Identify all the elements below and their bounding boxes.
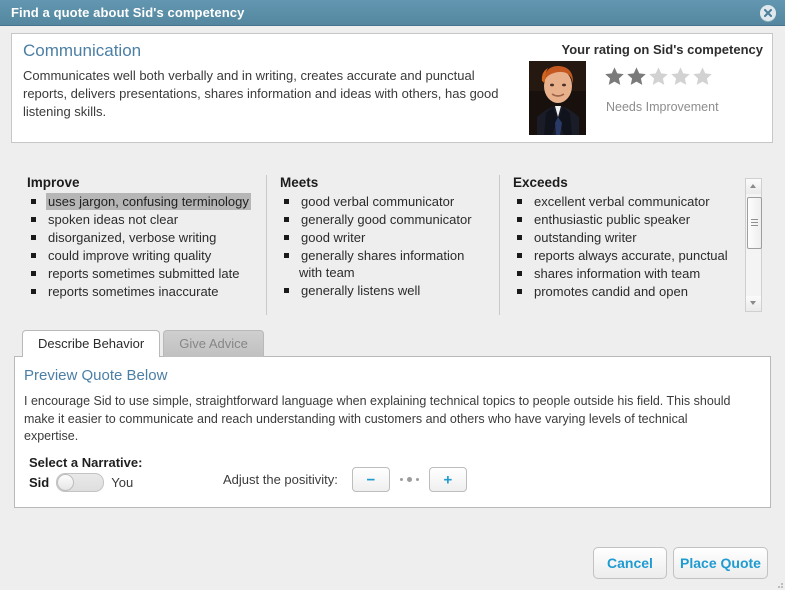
dot-icon-3 bbox=[415, 478, 419, 481]
avatar bbox=[529, 61, 586, 135]
avatar-portrait-image bbox=[529, 61, 586, 135]
positivity-increase-button[interactable]: + bbox=[428, 467, 467, 492]
list-item[interactable]: could improve writing quality bbox=[27, 247, 259, 264]
preview-panel: Preview Quote Below I encourage Sid to u… bbox=[14, 356, 771, 508]
cancel-button[interactable]: Cancel bbox=[593, 547, 667, 579]
list-item[interactable]: spoken ideas not clear bbox=[27, 211, 259, 228]
list-item[interactable]: shares information with team bbox=[513, 265, 744, 282]
close-icon[interactable] bbox=[760, 5, 776, 21]
resize-grip[interactable] bbox=[774, 579, 783, 588]
competency-description: Communicates well both verbally and in w… bbox=[23, 68, 499, 119]
scroll-down-icon[interactable] bbox=[746, 296, 761, 311]
tab-give-advice[interactable]: Give Advice bbox=[163, 330, 264, 357]
competency-title: Communication bbox=[23, 41, 142, 60]
dialog-titlebar: Find a quote about Sid's competency bbox=[0, 0, 785, 26]
behavior-column-improve: Improve uses jargon, confusing terminolo… bbox=[27, 175, 259, 301]
list-item[interactable]: good writer bbox=[280, 229, 491, 246]
star-filled-icon-1[interactable] bbox=[604, 66, 625, 87]
behavior-item-list: good verbal communicator generally good … bbox=[280, 193, 491, 299]
star-rating[interactable] bbox=[604, 66, 714, 87]
narrative-toggle[interactable] bbox=[56, 473, 105, 492]
positivity-level-dots bbox=[390, 477, 429, 482]
behavior-column-meets: Meets good verbal communicator generally… bbox=[266, 175, 491, 315]
competency-card: Communication Communicates well both ver… bbox=[11, 33, 773, 143]
dot-icon-1 bbox=[399, 478, 403, 481]
place-quote-button[interactable]: Place Quote bbox=[673, 547, 768, 579]
tab-describe-behavior[interactable]: Describe Behavior bbox=[22, 330, 161, 357]
column-heading: Meets bbox=[280, 175, 319, 190]
narrative-option-sid[interactable]: Sid bbox=[29, 475, 49, 490]
narrative-label: Select a Narrative: bbox=[29, 455, 143, 470]
behavior-lists: Improve uses jargon, confusing terminolo… bbox=[11, 175, 773, 315]
toggle-knob bbox=[57, 474, 75, 491]
star-empty-icon-5[interactable] bbox=[692, 66, 713, 87]
star-empty-icon-4[interactable] bbox=[670, 66, 691, 87]
narrative-selector: Select a Narrative: Sid You bbox=[29, 455, 142, 492]
list-item[interactable]: reports sometimes submitted late bbox=[27, 265, 259, 282]
list-item[interactable]: outstanding writer bbox=[513, 229, 744, 246]
list-item[interactable]: uses jargon, confusing terminology bbox=[27, 193, 259, 210]
list-item[interactable]: promotes candid and open bbox=[513, 283, 744, 300]
list-item[interactable]: enthusiastic public speaker bbox=[513, 211, 744, 228]
list-item[interactable]: good verbal communicator bbox=[280, 193, 491, 210]
list-item[interactable]: excellent verbal communicator bbox=[513, 193, 744, 210]
star-empty-icon-3[interactable] bbox=[648, 66, 669, 87]
list-item[interactable]: reports sometimes inaccurate bbox=[27, 283, 259, 300]
plus-icon: + bbox=[443, 471, 453, 488]
behavior-column-exceeds: Exceeds excellent verbal communicator en… bbox=[499, 175, 744, 315]
close-x-glyph bbox=[763, 8, 773, 18]
dialog-title: Find a quote about Sid's competency bbox=[11, 5, 245, 20]
list-item[interactable]: generally shares information with team bbox=[280, 247, 491, 281]
behavior-list-scrollbar[interactable] bbox=[745, 178, 762, 312]
rating-heading: Your rating on Sid's competency bbox=[561, 42, 764, 57]
positivity-label: Adjust the positivity: bbox=[223, 472, 338, 487]
preview-quote-text: I encourage Sid to use simple, straightf… bbox=[24, 394, 731, 443]
rating-label: Needs Improvement bbox=[606, 100, 719, 114]
narrative-option-you[interactable]: You bbox=[111, 475, 133, 490]
column-heading: Improve bbox=[27, 175, 80, 190]
column-heading: Exceeds bbox=[513, 175, 568, 190]
positivity-control: Adjust the positivity: − + bbox=[223, 467, 467, 492]
behavior-item-list: excellent verbal communicator enthusiast… bbox=[513, 193, 744, 300]
list-item[interactable]: generally listens well bbox=[280, 282, 491, 299]
preview-title: Preview Quote Below bbox=[24, 367, 168, 384]
list-item[interactable]: disorganized, verbose writing bbox=[27, 229, 259, 246]
scroll-up-icon[interactable] bbox=[746, 179, 761, 194]
list-item[interactable]: generally good communicator bbox=[280, 211, 491, 228]
scrollbar-thumb[interactable] bbox=[747, 197, 762, 249]
behavior-item-list: uses jargon, confusing terminology spoke… bbox=[27, 193, 259, 300]
positivity-decrease-button[interactable]: − bbox=[351, 467, 390, 492]
scrollbar-thumb-grip bbox=[751, 219, 758, 220]
tab-bar: Describe Behavior Give Advice bbox=[22, 330, 267, 357]
minus-icon: − bbox=[366, 471, 376, 488]
dot-icon-2 bbox=[406, 477, 412, 482]
list-item[interactable]: reports always accurate, punctual bbox=[513, 247, 744, 264]
star-filled-icon-2[interactable] bbox=[626, 66, 647, 87]
